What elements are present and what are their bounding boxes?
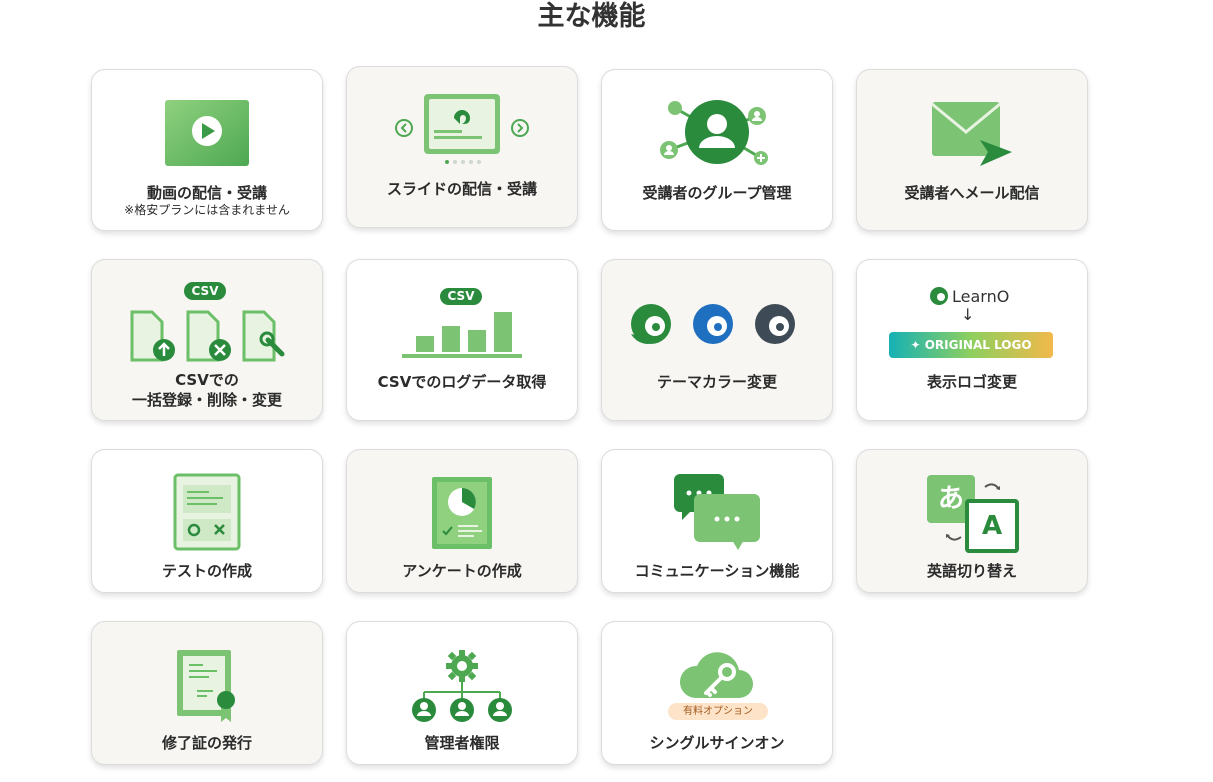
- feature-card-csv-bulk[interactable]: CSV CSVでの 一括登録・削除・変更: [91, 259, 323, 421]
- arrow-curve-icon: [946, 534, 962, 541]
- feature-card-theme[interactable]: テーマカラー変更: [601, 259, 833, 421]
- feature-label: 修了証の発行: [161, 734, 252, 752]
- admin-hierarchy-icon: [347, 648, 577, 722]
- arrow-curve-icon: [984, 483, 1000, 490]
- theme-color-logos-icon: [602, 302, 832, 346]
- feature-card-admin[interactable]: 管理者権限: [346, 621, 578, 765]
- feature-card-sso[interactable]: 有料オプション シングルサインオン: [601, 621, 833, 765]
- csv-bar-chart-icon: CSV: [347, 288, 577, 360]
- chat-bubbles-icon: [602, 472, 832, 552]
- feature-label: シングルサインオン: [649, 734, 785, 752]
- feature-label: テストの作成: [161, 562, 252, 580]
- feature-label: アンケートの作成: [402, 562, 522, 580]
- feature-label: CSVでのログデータ取得: [377, 373, 547, 391]
- brand-logo: LearnO: [929, 285, 1009, 307]
- feature-label: 受講者のグループ管理: [642, 184, 792, 202]
- feature-label: テーマカラー変更: [656, 373, 777, 391]
- down-arrow-icon: ↓: [961, 305, 975, 324]
- feature-card-slides[interactable]: スライドの配信・受講: [346, 66, 578, 228]
- slides-carousel-icon: [347, 92, 577, 168]
- paid-option-badge: 有料オプション: [668, 703, 768, 720]
- certificate-icon: [92, 648, 322, 724]
- feature-note: ※格安プランには含まれません: [124, 203, 290, 217]
- feature-label: 動画の配信・受講: [146, 184, 267, 202]
- feature-card-certificate[interactable]: 修了証の発行: [91, 621, 323, 765]
- user-group-network-icon: [602, 96, 832, 168]
- feature-card-logo[interactable]: LearnO ↓ ✦ ORIGINAL LOGO 表示ロゴ変更: [856, 259, 1088, 421]
- feature-card-survey[interactable]: アンケートの作成: [346, 449, 578, 593]
- language-switch-icon: あ A: [857, 475, 1087, 553]
- csv-files-icon: CSV: [92, 282, 322, 364]
- video-play-icon: [92, 98, 322, 168]
- csv-badge: CSV: [184, 282, 226, 300]
- feature-card-mail[interactable]: 受講者へメール配信: [856, 69, 1088, 231]
- feature-label: コミュニケーション機能: [634, 562, 800, 580]
- feature-card-csv-log[interactable]: CSV CSVでのログデータ取得: [346, 259, 578, 421]
- survey-chart-icon: [347, 475, 577, 551]
- feature-card-groups[interactable]: 受講者のグループ管理: [601, 69, 833, 231]
- feature-label-line1: CSVでの: [175, 371, 239, 389]
- feature-label-line2: 一括登録・削除・変更: [131, 391, 282, 409]
- feature-label: 英語切り替え: [926, 562, 1017, 580]
- feature-label: 管理者権限: [424, 734, 500, 752]
- original-logo-banner: ✦ ORIGINAL LOGO: [889, 332, 1053, 358]
- page-title: 主な機能: [537, 1, 646, 32]
- logo-swap-icon: LearnO ↓ ✦ ORIGINAL LOGO: [857, 285, 1087, 359]
- feature-card-communication[interactable]: コミュニケーション機能: [601, 449, 833, 593]
- feature-card-video[interactable]: 動画の配信・受講 ※格安プランには含まれません: [91, 69, 323, 231]
- test-sheet-icon: [92, 473, 322, 551]
- cloud-key-icon: [602, 646, 832, 702]
- mail-send-icon: [857, 100, 1087, 168]
- english-glyph: A: [965, 499, 1019, 553]
- feature-label: 表示ロゴ変更: [926, 373, 1017, 391]
- brand-name: LearnO: [952, 286, 1010, 306]
- feature-card-test[interactable]: テストの作成: [91, 449, 323, 593]
- feature-card-language[interactable]: あ A 英語切り替え: [856, 449, 1088, 593]
- feature-label: 受講者へメール配信: [904, 184, 1040, 202]
- feature-label: スライドの配信・受講: [386, 180, 537, 198]
